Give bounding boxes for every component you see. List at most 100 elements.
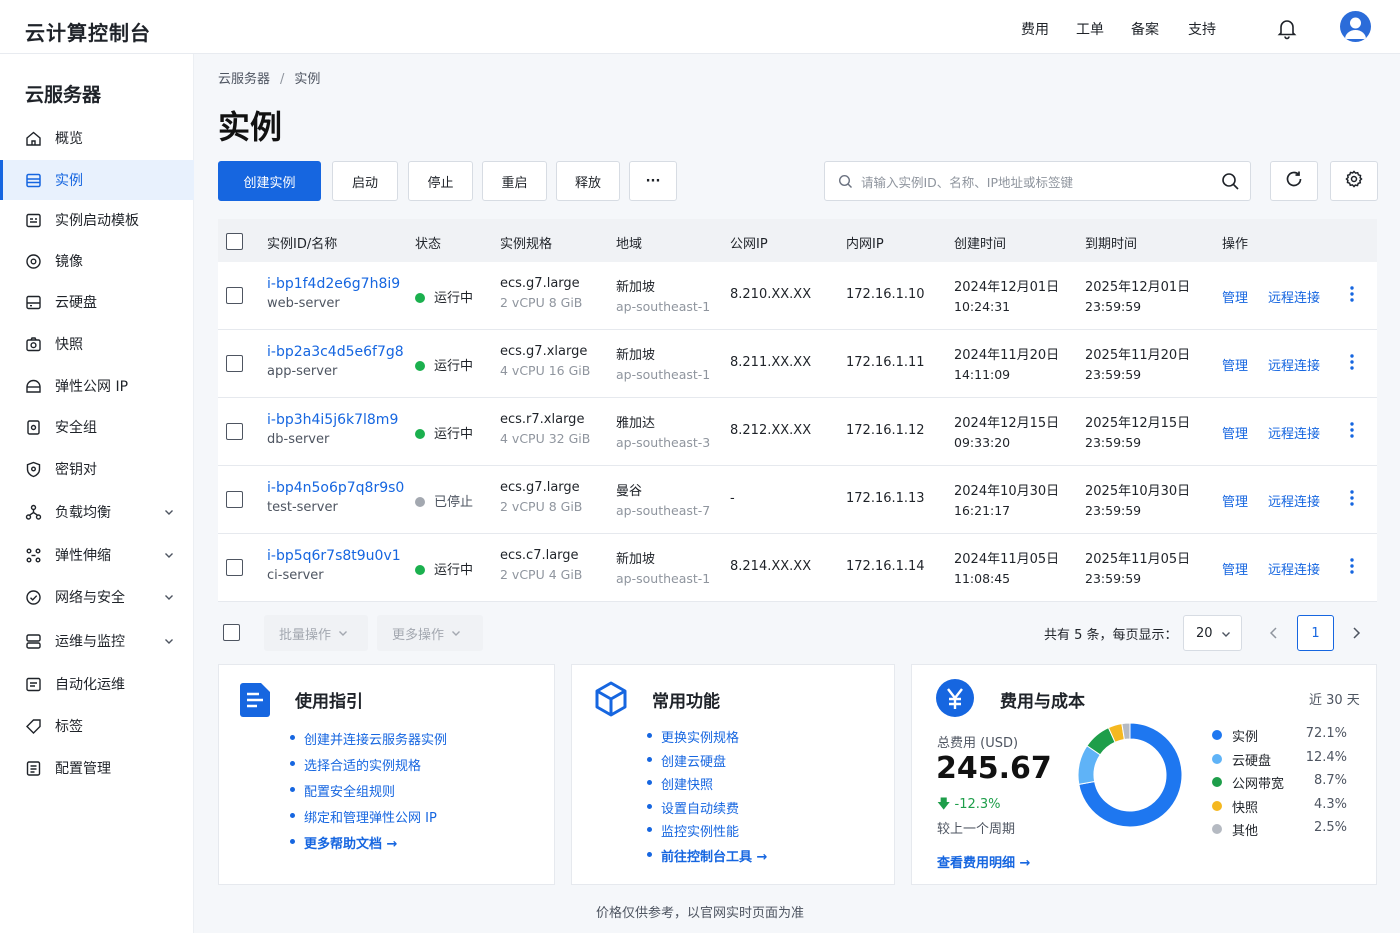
more-vertical-icon[interactable] bbox=[1342, 556, 1362, 580]
more-actions-button[interactable]: ··· bbox=[629, 161, 677, 201]
feature-link[interactable]: 监控实例性能 bbox=[647, 821, 767, 846]
created-time: 09:33:20 bbox=[954, 435, 1011, 450]
guide-more-link[interactable]: 更多帮助文档 → bbox=[290, 833, 447, 859]
search-icon[interactable] bbox=[1221, 172, 1240, 195]
row-checkbox[interactable] bbox=[226, 287, 243, 304]
cost-detail-link[interactable]: 查看费用明细 → bbox=[937, 852, 1030, 871]
more-vertical-icon[interactable] bbox=[1342, 420, 1362, 444]
row-checkbox[interactable] bbox=[226, 491, 243, 508]
instance-id-link[interactable]: i-bp4n5o6p7q8r9s0 bbox=[267, 480, 404, 496]
restart-button[interactable]: 重启 bbox=[482, 161, 547, 201]
current-page[interactable]: 1 bbox=[1297, 615, 1334, 651]
feature-link[interactable]: 创建云硬盘 bbox=[647, 751, 767, 775]
instance-id-link[interactable]: i-bp2a3c4d5e6f7g8 bbox=[267, 344, 404, 360]
row-checkbox[interactable] bbox=[226, 559, 243, 576]
bulk-select-checkbox[interactable] bbox=[223, 624, 240, 641]
guide-link[interactable]: 配置安全组规则 bbox=[290, 781, 447, 807]
chevron-down-icon bbox=[162, 634, 176, 648]
legend-item: 快照 4.3% bbox=[1212, 797, 1352, 821]
prev-page-icon[interactable] bbox=[1267, 625, 1281, 645]
sidebar-item-key-pairs[interactable]: 密钥对 bbox=[0, 449, 194, 489]
avatar[interactable] bbox=[1340, 11, 1371, 42]
topnav-ticket[interactable]: 工单 bbox=[1076, 19, 1104, 39]
feature-link[interactable]: 更换实例规格 bbox=[647, 727, 767, 751]
row-checkbox[interactable] bbox=[226, 423, 243, 440]
more-vertical-icon[interactable] bbox=[1342, 488, 1362, 512]
instance-spec: ecs.c7.large bbox=[500, 548, 579, 563]
instance-name: web-server bbox=[267, 296, 340, 311]
more-vertical-icon[interactable] bbox=[1342, 284, 1362, 308]
instance-id-link[interactable]: i-bp3h4i5j6k7l8m9 bbox=[267, 412, 398, 428]
remote-connect-link[interactable]: 远程连接 bbox=[1268, 491, 1320, 510]
stop-button[interactable]: 停止 bbox=[408, 161, 473, 201]
sidebar-item-overview[interactable]: 概览 bbox=[0, 118, 194, 158]
remote-connect-link[interactable]: 远程连接 bbox=[1268, 559, 1320, 578]
manage-link[interactable]: 管理 bbox=[1222, 491, 1248, 510]
topnav-filing[interactable]: 备案 bbox=[1131, 19, 1159, 39]
settings-button[interactable] bbox=[1330, 161, 1378, 201]
more-ops-dropdown[interactable]: 更多操作 bbox=[377, 615, 483, 651]
sidebar-item-automation[interactable]: 自动化运维 bbox=[0, 664, 194, 704]
search-box bbox=[824, 161, 1251, 201]
feature-link[interactable]: 设置自动续费 bbox=[647, 798, 767, 822]
breadcrumb-link[interactable]: 云服务器 bbox=[218, 72, 270, 87]
legend-dot bbox=[1212, 730, 1222, 740]
sidebar-item-elastic-ip[interactable]: 弹性公网 IP bbox=[0, 366, 194, 406]
sidebar-item-security-group[interactable]: 安全组 bbox=[0, 407, 194, 447]
sidebar-item-load-balancer[interactable]: 负载均衡 bbox=[0, 492, 194, 532]
start-button[interactable]: 启动 bbox=[332, 161, 398, 201]
guide-link[interactable]: 绑定和管理弹性公网 IP bbox=[290, 807, 447, 833]
sidebar-item-config[interactable]: 配置管理 bbox=[0, 748, 194, 788]
topnav-billing[interactable]: 费用 bbox=[1021, 19, 1049, 39]
sidebar-item-instances[interactable]: 实例 bbox=[0, 160, 194, 200]
bulk-actions-dropdown[interactable]: 批量操作 bbox=[264, 615, 368, 651]
feature-link[interactable]: 创建快照 bbox=[647, 774, 767, 798]
release-button[interactable]: 释放 bbox=[556, 161, 620, 201]
cost-range[interactable]: 近 30 天 bbox=[1309, 689, 1360, 708]
public-ip: 8.214.XX.XX bbox=[730, 559, 812, 574]
instance-id-link[interactable]: i-bp1f4d2e6g7h8i9 bbox=[267, 276, 400, 292]
sidebar-item-auto-scaling[interactable]: 弹性伸缩 bbox=[0, 535, 194, 575]
guide-link[interactable]: 选择合适的实例规格 bbox=[290, 755, 447, 781]
instance-id-link[interactable]: i-bp5q6r7s8t9u0v1 bbox=[267, 548, 401, 564]
app-title[interactable]: 云计算控制台 bbox=[25, 17, 151, 46]
create-instance-button[interactable]: 创建实例 bbox=[218, 161, 321, 201]
sidebar-item-tags[interactable]: 标签 bbox=[0, 706, 194, 746]
private-ip: 172.16.1.14 bbox=[846, 559, 925, 574]
bell-icon[interactable] bbox=[1275, 16, 1299, 40]
features-more-link[interactable]: 前往控制台工具 → bbox=[647, 846, 767, 872]
page-size-select[interactable]: 20 bbox=[1183, 615, 1242, 651]
row-checkbox[interactable] bbox=[226, 355, 243, 372]
select-all-checkbox[interactable] bbox=[226, 233, 243, 250]
col-header: 内网IP bbox=[846, 237, 884, 252]
sidebar-item-images[interactable]: 镜像 bbox=[0, 241, 194, 281]
instance-spec-detail: 4 vCPU 16 GiB bbox=[500, 363, 591, 378]
arrow-right-icon: → bbox=[756, 850, 768, 865]
remote-connect-link[interactable]: 远程连接 bbox=[1268, 423, 1320, 442]
manage-link[interactable]: 管理 bbox=[1222, 559, 1248, 578]
server-icon bbox=[25, 172, 42, 189]
manage-link[interactable]: 管理 bbox=[1222, 355, 1248, 374]
more-vertical-icon[interactable] bbox=[1342, 352, 1362, 376]
guide-link[interactable]: 创建并连接云服务器实例 bbox=[290, 729, 447, 755]
manage-link[interactable]: 管理 bbox=[1222, 423, 1248, 442]
status-dot bbox=[415, 429, 425, 439]
gear-icon bbox=[1345, 170, 1363, 192]
remote-connect-link[interactable]: 远程连接 bbox=[1268, 287, 1320, 306]
region: 新加坡 bbox=[616, 348, 656, 363]
cost-card: 费用与成本 近 30 天 总费用 (USD) 245.67 🡇 -12.3% 较… bbox=[911, 664, 1377, 885]
topnav-support[interactable]: 支持 bbox=[1188, 19, 1216, 39]
sidebar-item-disks[interactable]: 云硬盘 bbox=[0, 282, 194, 322]
instance-spec-detail: 4 vCPU 32 GiB bbox=[500, 431, 591, 446]
remote-connect-link[interactable]: 远程连接 bbox=[1268, 355, 1320, 374]
private-ip: 172.16.1.13 bbox=[846, 491, 925, 506]
search-input[interactable] bbox=[861, 171, 1201, 193]
breadcrumb-current: 实例 bbox=[294, 72, 321, 87]
sidebar-item-network-security[interactable]: 网络与安全 bbox=[0, 577, 194, 617]
sidebar-item-launch-template[interactable]: 实例启动模板 bbox=[0, 200, 194, 240]
refresh-button[interactable] bbox=[1270, 161, 1318, 201]
sidebar-item-ops-monitoring[interactable]: 运维与监控 bbox=[0, 621, 194, 661]
manage-link[interactable]: 管理 bbox=[1222, 287, 1248, 306]
sidebar-item-snapshots[interactable]: 快照 bbox=[0, 324, 194, 364]
next-page-icon[interactable] bbox=[1349, 625, 1363, 645]
